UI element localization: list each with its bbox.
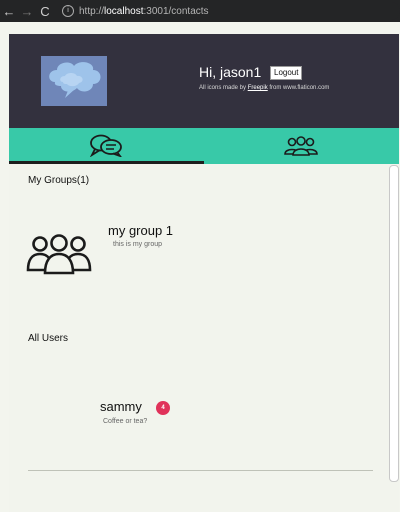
credits-suffix: from www.flaticon.com (267, 85, 330, 91)
reload-button[interactable]: C (36, 4, 54, 19)
group-description: this is my group (113, 241, 163, 248)
greeting-text: Hi, jason1 (199, 64, 262, 80)
info-icon[interactable]: i (62, 5, 74, 17)
back-button[interactable]: ← (0, 4, 18, 19)
app-page: Hi, jason1 Logout All icons made by Free… (9, 34, 399, 512)
forward-button[interactable]: → (18, 4, 36, 19)
icon-credits: All icons made by Freepik from www.flati… (199, 85, 329, 91)
my-groups-title: My Groups(1) (28, 175, 90, 186)
chat-cloud-icon (49, 62, 101, 98)
app-logo (41, 56, 107, 106)
tab-chats[interactable] (9, 128, 204, 164)
all-users-title: All Users (28, 333, 69, 344)
address-bar[interactable]: i http://localhost:3001/contacts (60, 2, 400, 20)
browser-toolbar: ← → C i http://localhost:3001/contacts (0, 0, 400, 22)
scrollbar[interactable] (389, 165, 399, 482)
logout-button[interactable]: Logout (270, 66, 303, 80)
group-name[interactable]: my group 1 (108, 223, 173, 238)
group-icon (284, 136, 318, 156)
tab-groups[interactable] (204, 128, 399, 164)
user-name[interactable]: sammy (100, 399, 142, 414)
credits-author-link[interactable]: Freepik (248, 85, 268, 91)
user-status: Coffee or tea? (103, 418, 148, 425)
app-header: Hi, jason1 Logout All icons made by Free… (9, 34, 399, 128)
url-prefix: http:// (79, 5, 105, 17)
url-host: localhost (104, 5, 144, 17)
active-tab-indicator (9, 161, 204, 164)
credits-prefix: All icons made by (199, 85, 248, 91)
list-divider (28, 470, 373, 471)
group-avatar-icon (26, 234, 92, 275)
unread-badge: 4 (156, 401, 170, 415)
chat-bubbles-icon (89, 134, 122, 157)
tab-bar (9, 128, 399, 164)
url-path: :3001/contacts (143, 5, 209, 17)
